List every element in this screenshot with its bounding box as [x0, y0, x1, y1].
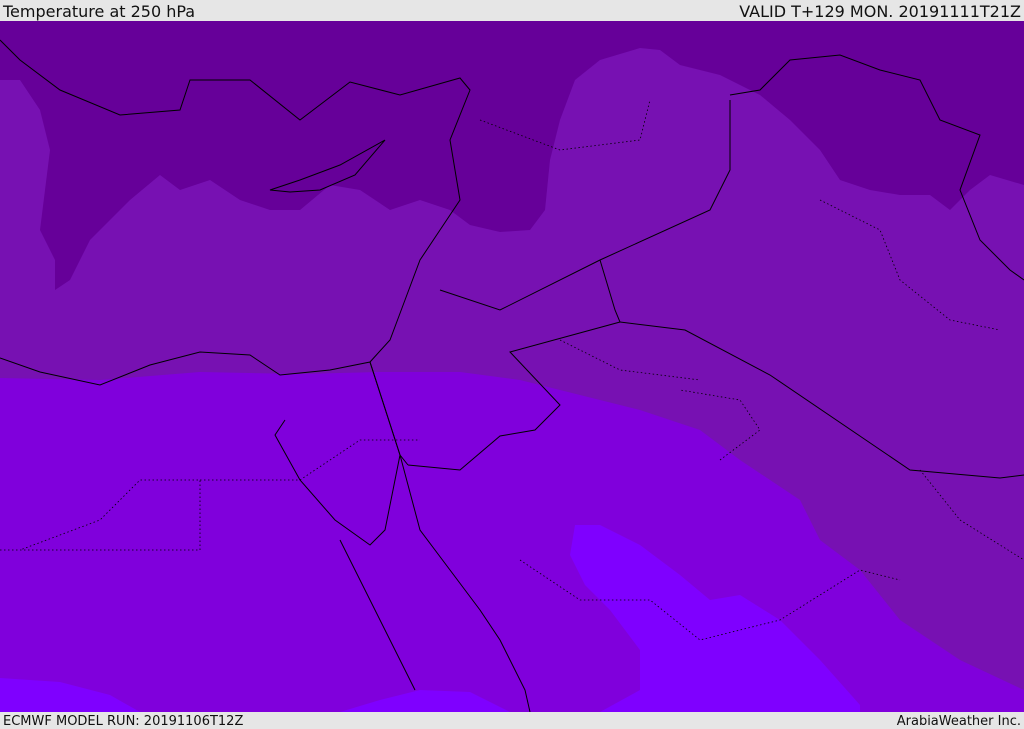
temperature-map [0, 21, 1024, 712]
model-run: ECMWF MODEL RUN: 20191106T12Z [3, 714, 244, 729]
map-title: Temperature at 250 hPa [3, 2, 196, 21]
footer-bar: ECMWF MODEL RUN: 20191106T12Z ArabiaWeat… [0, 712, 1024, 729]
credit: ArabiaWeather Inc. [896, 714, 1021, 729]
header-bar: Temperature at 250 hPa VALID T+129 MON. … [0, 0, 1024, 21]
valid-time: VALID T+129 MON. 20191111T21Z [739, 2, 1021, 21]
